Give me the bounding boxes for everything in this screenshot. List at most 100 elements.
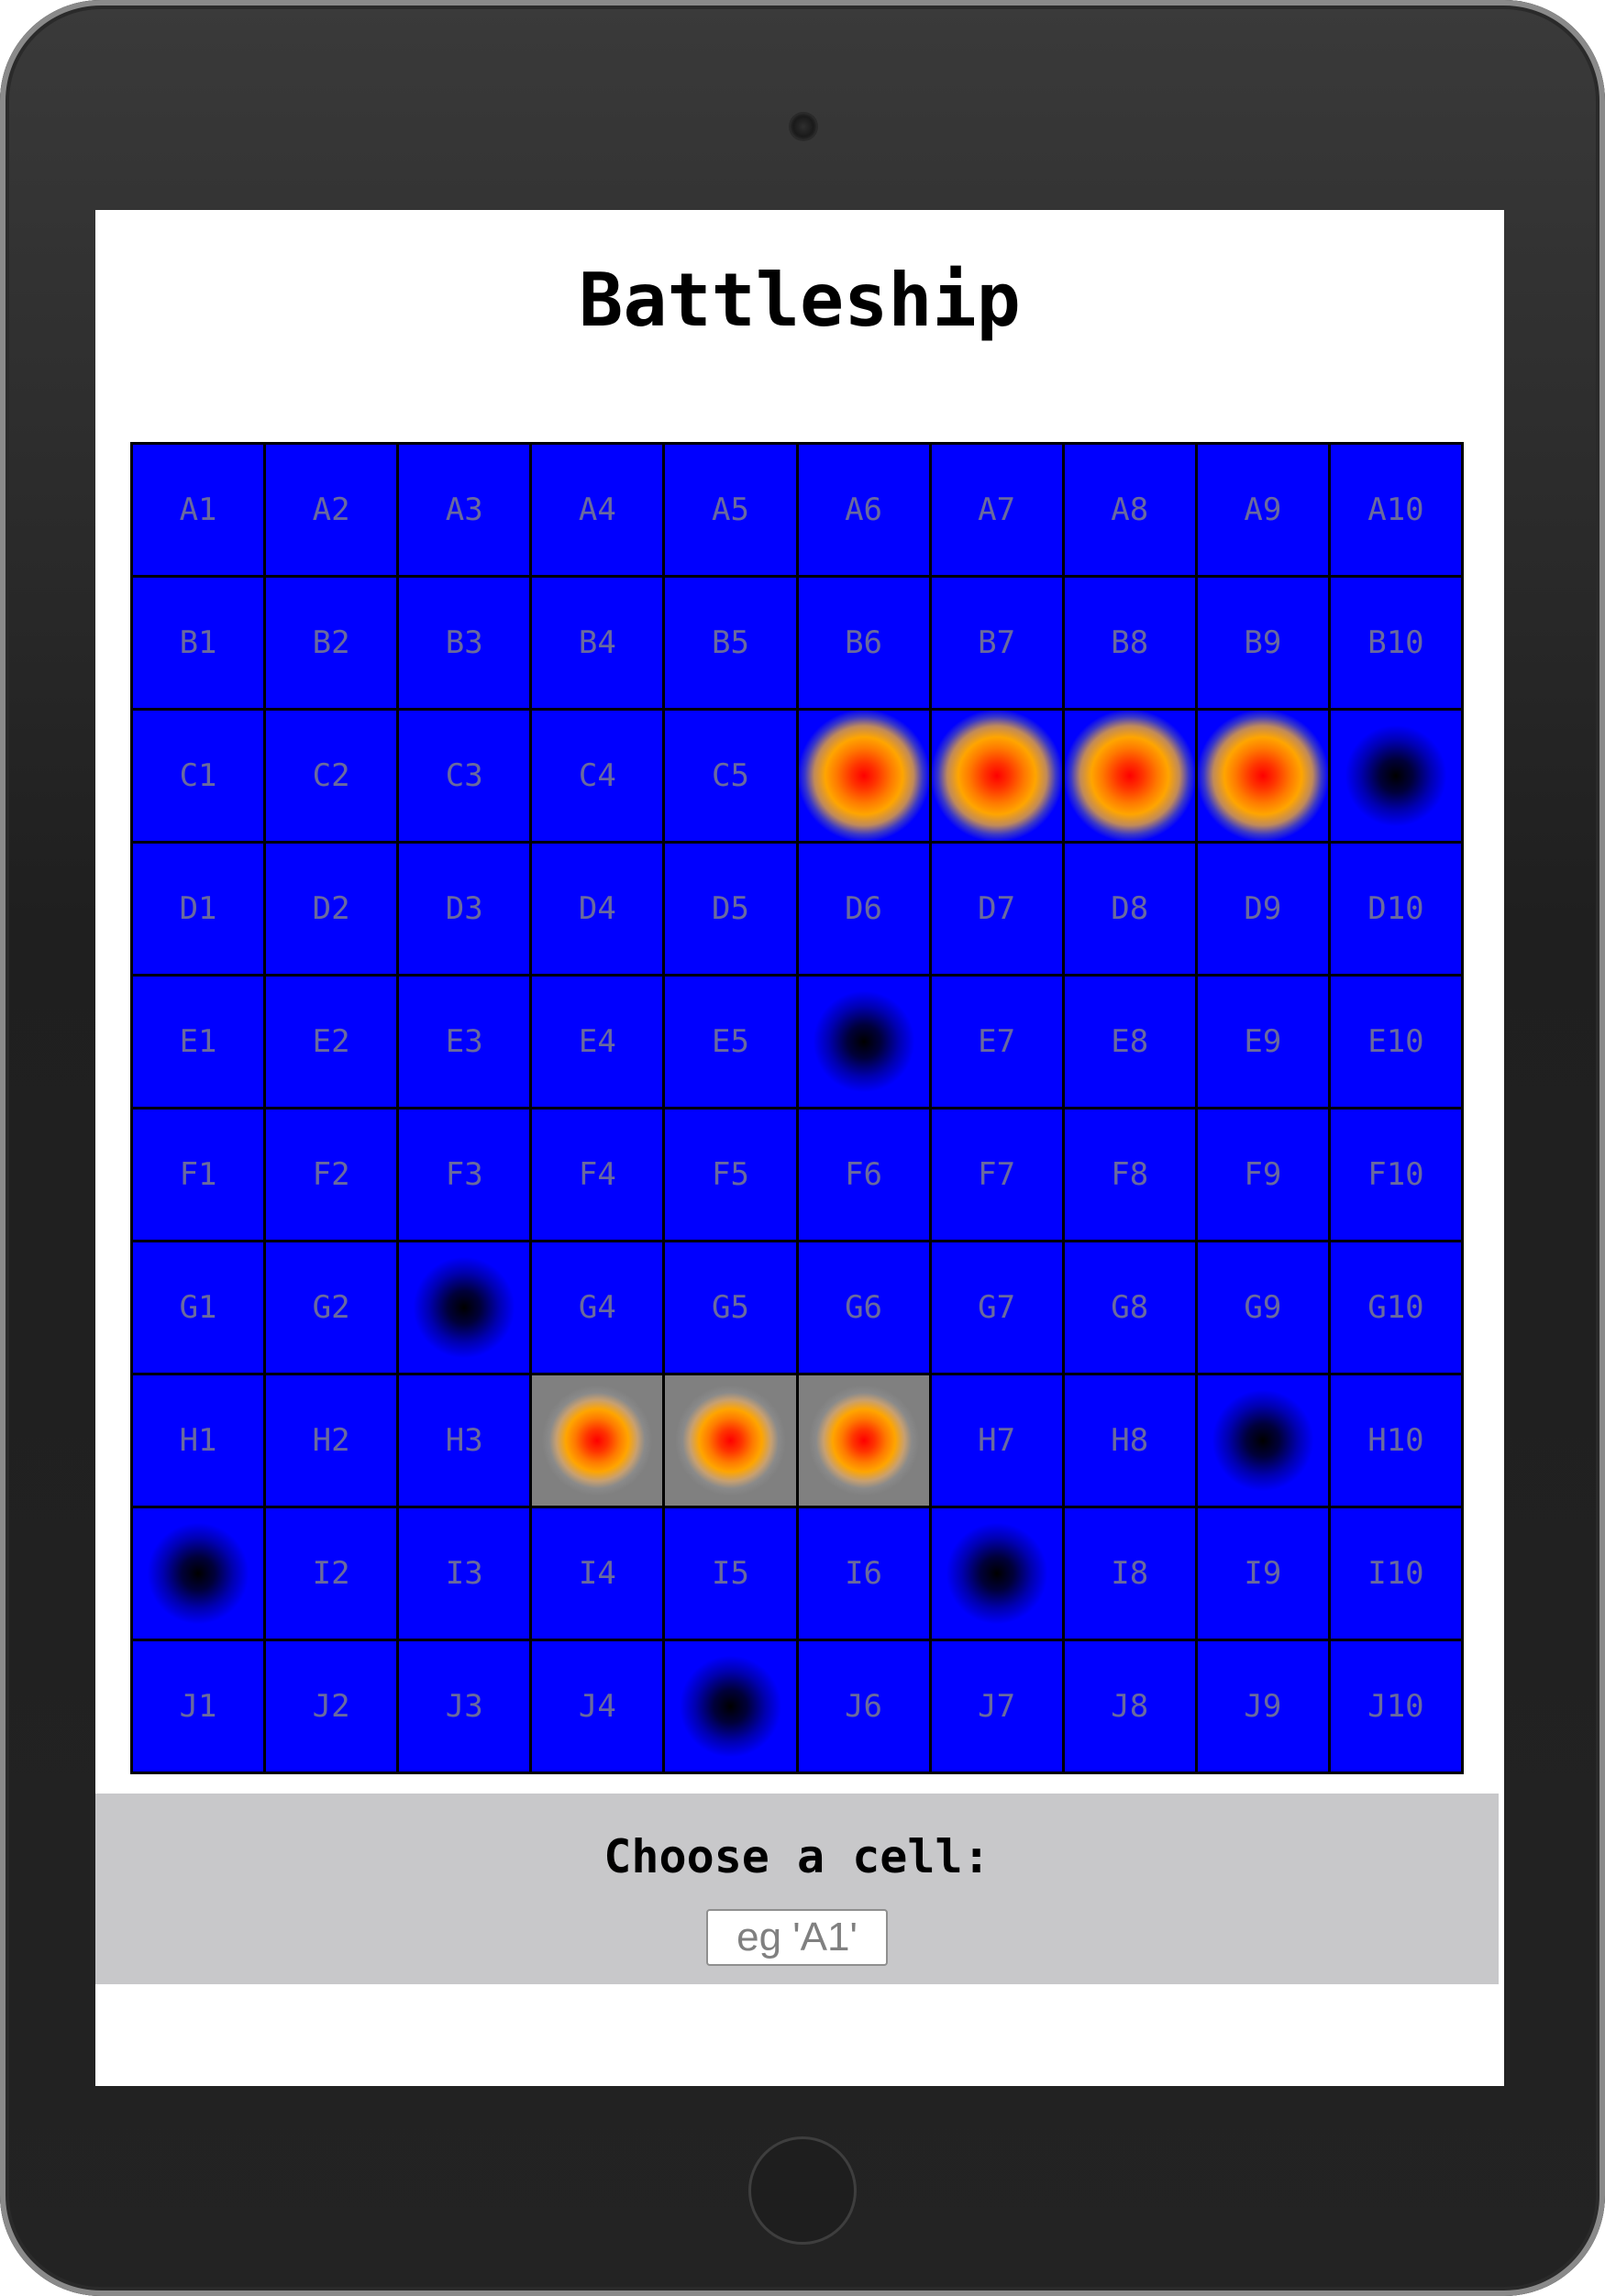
cell-g5[interactable]: G5 [665, 1242, 796, 1373]
cell-a1[interactable]: A1 [133, 445, 264, 575]
cell-input[interactable] [706, 1909, 888, 1966]
cell-g10[interactable]: G10 [1330, 1242, 1461, 1373]
cell-f6[interactable]: F6 [798, 1109, 929, 1240]
cell-a7[interactable]: A7 [931, 445, 1062, 575]
cell-c9[interactable]: C9 [1197, 711, 1328, 841]
cell-a2[interactable]: A2 [266, 445, 397, 575]
cell-h8[interactable]: H8 [1064, 1375, 1195, 1506]
cell-c5[interactable]: C5 [665, 711, 796, 841]
cell-f5[interactable]: F5 [665, 1109, 796, 1240]
cell-b2[interactable]: B2 [266, 578, 397, 708]
cell-d8[interactable]: D8 [1064, 844, 1195, 974]
cell-e8[interactable]: E8 [1064, 977, 1195, 1107]
cell-h9[interactable]: H9 [1197, 1375, 1328, 1506]
cell-g7[interactable]: G7 [931, 1242, 1062, 1373]
cell-d6[interactable]: D6 [798, 844, 929, 974]
cell-g2[interactable]: G2 [266, 1242, 397, 1373]
cell-i10[interactable]: I10 [1330, 1508, 1461, 1639]
cell-h7[interactable]: H7 [931, 1375, 1062, 1506]
cell-g4[interactable]: G4 [532, 1242, 663, 1373]
cell-f3[interactable]: F3 [399, 1109, 530, 1240]
cell-d4[interactable]: D4 [532, 844, 663, 974]
cell-b9[interactable]: B9 [1197, 578, 1328, 708]
cell-a5[interactable]: A5 [665, 445, 796, 575]
cell-f4[interactable]: F4 [532, 1109, 663, 1240]
cell-f9[interactable]: F9 [1197, 1109, 1328, 1240]
cell-h5[interactable]: H5 [665, 1375, 796, 1506]
cell-c7[interactable]: C7 [931, 711, 1062, 841]
cell-b1[interactable]: B1 [133, 578, 264, 708]
cell-c3[interactable]: C3 [399, 711, 530, 841]
cell-e9[interactable]: E9 [1197, 977, 1328, 1107]
cell-g8[interactable]: G8 [1064, 1242, 1195, 1373]
cell-j1[interactable]: J1 [133, 1641, 264, 1772]
cell-b7[interactable]: B7 [931, 578, 1062, 708]
cell-b6[interactable]: B6 [798, 578, 929, 708]
cell-i1[interactable]: I1 [133, 1508, 264, 1639]
cell-i3[interactable]: I3 [399, 1508, 530, 1639]
cell-j5[interactable]: J5 [665, 1641, 796, 1772]
cell-f10[interactable]: F10 [1330, 1109, 1461, 1240]
cell-j6[interactable]: J6 [798, 1641, 929, 1772]
cell-j10[interactable]: J10 [1330, 1641, 1461, 1772]
cell-h2[interactable]: H2 [266, 1375, 397, 1506]
cell-c6[interactable]: C6 [798, 711, 929, 841]
cell-e5[interactable]: E5 [665, 977, 796, 1107]
cell-d5[interactable]: D5 [665, 844, 796, 974]
cell-j8[interactable]: J8 [1064, 1641, 1195, 1772]
cell-e4[interactable]: E4 [532, 977, 663, 1107]
cell-i9[interactable]: I9 [1197, 1508, 1328, 1639]
cell-g3[interactable]: G3 [399, 1242, 530, 1373]
cell-i2[interactable]: I2 [266, 1508, 397, 1639]
cell-h4[interactable]: H4 [532, 1375, 663, 1506]
cell-i7[interactable]: I7 [931, 1508, 1062, 1639]
cell-j4[interactable]: J4 [532, 1641, 663, 1772]
cell-b4[interactable]: B4 [532, 578, 663, 708]
cell-g1[interactable]: G1 [133, 1242, 264, 1373]
cell-h3[interactable]: H3 [399, 1375, 530, 1506]
home-button[interactable] [748, 2136, 857, 2245]
cell-f8[interactable]: F8 [1064, 1109, 1195, 1240]
cell-d10[interactable]: D10 [1330, 844, 1461, 974]
cell-e1[interactable]: E1 [133, 977, 264, 1107]
cell-f1[interactable]: F1 [133, 1109, 264, 1240]
cell-a8[interactable]: A8 [1064, 445, 1195, 575]
cell-j9[interactable]: J9 [1197, 1641, 1328, 1772]
cell-b10[interactable]: B10 [1330, 578, 1461, 708]
cell-d3[interactable]: D3 [399, 844, 530, 974]
cell-h6[interactable]: H6 [798, 1375, 929, 1506]
cell-b8[interactable]: B8 [1064, 578, 1195, 708]
cell-d9[interactable]: D9 [1197, 844, 1328, 974]
cell-c1[interactable]: C1 [133, 711, 264, 841]
cell-a6[interactable]: A6 [798, 445, 929, 575]
cell-h10[interactable]: H10 [1330, 1375, 1461, 1506]
cell-a3[interactable]: A3 [399, 445, 530, 575]
cell-i6[interactable]: I6 [798, 1508, 929, 1639]
cell-g9[interactable]: G9 [1197, 1242, 1328, 1373]
cell-e2[interactable]: E2 [266, 977, 397, 1107]
cell-a4[interactable]: A4 [532, 445, 663, 575]
cell-e7[interactable]: E7 [931, 977, 1062, 1107]
cell-d7[interactable]: D7 [931, 844, 1062, 974]
cell-d2[interactable]: D2 [266, 844, 397, 974]
cell-c2[interactable]: C2 [266, 711, 397, 841]
cell-j2[interactable]: J2 [266, 1641, 397, 1772]
cell-d1[interactable]: D1 [133, 844, 264, 974]
cell-b5[interactable]: B5 [665, 578, 796, 708]
cell-i4[interactable]: I4 [532, 1508, 663, 1639]
cell-c8[interactable]: C8 [1064, 711, 1195, 841]
cell-a10[interactable]: A10 [1330, 445, 1461, 575]
cell-i5[interactable]: I5 [665, 1508, 796, 1639]
cell-a9[interactable]: A9 [1197, 445, 1328, 575]
cell-j7[interactable]: J7 [931, 1641, 1062, 1772]
cell-i8[interactable]: I8 [1064, 1508, 1195, 1639]
cell-b3[interactable]: B3 [399, 578, 530, 708]
cell-e6[interactable]: E6 [798, 977, 929, 1107]
cell-g6[interactable]: G6 [798, 1242, 929, 1373]
cell-h1[interactable]: H1 [133, 1375, 264, 1506]
cell-j3[interactable]: J3 [399, 1641, 530, 1772]
cell-e10[interactable]: E10 [1330, 977, 1461, 1107]
cell-f7[interactable]: F7 [931, 1109, 1062, 1240]
cell-f2[interactable]: F2 [266, 1109, 397, 1240]
cell-c10[interactable]: C10 [1330, 711, 1461, 841]
